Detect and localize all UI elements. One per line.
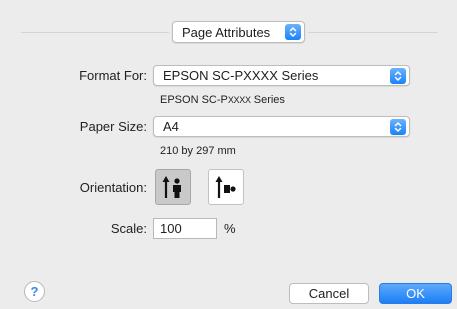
- format-for-value: EPSON SC-PXXXX Series: [163, 68, 319, 83]
- paper-dimensions: 210 by 297 mm: [160, 145, 236, 157]
- paper-size-label: Paper Size:: [79, 119, 147, 134]
- printer-detail-model: XXXX: [227, 95, 251, 105]
- page-attributes-value: Page Attributes: [182, 24, 271, 40]
- help-button[interactable]: ?: [24, 281, 45, 302]
- cancel-button[interactable]: Cancel: [289, 283, 369, 304]
- scale-input[interactable]: [153, 218, 217, 239]
- ok-button[interactable]: OK: [379, 283, 452, 304]
- separator-left: [21, 32, 169, 33]
- scale-label: Scale:: [110, 221, 147, 236]
- updown-chevron-icon: [390, 67, 406, 84]
- format-for-label: Format For:: [79, 68, 147, 83]
- scale-unit: %: [224, 221, 236, 236]
- printer-detail-prefix: EPSON SC-P: [160, 94, 228, 106]
- updown-chevron-icon: [390, 118, 406, 135]
- page-attributes-popup[interactable]: Page Attributes: [172, 21, 305, 43]
- format-for-popup[interactable]: EPSON SC-PXXXX Series: [153, 65, 410, 86]
- separator-right: [308, 32, 438, 33]
- portrait-orientation-icon: [162, 176, 181, 198]
- portrait-orientation-button[interactable]: [155, 169, 191, 205]
- printer-detail-suffix: Series: [253, 94, 285, 106]
- landscape-orientation-icon: [215, 176, 236, 198]
- landscape-orientation-button[interactable]: [208, 169, 244, 205]
- help-icon: ?: [30, 284, 39, 299]
- paper-size-value: A4: [163, 119, 179, 134]
- paper-size-popup[interactable]: A4: [153, 116, 410, 137]
- updown-chevron-icon: [285, 24, 301, 40]
- printer-detail: EPSON SC-PXXXX Series: [160, 94, 285, 106]
- orientation-label: Orientation:: [79, 180, 147, 195]
